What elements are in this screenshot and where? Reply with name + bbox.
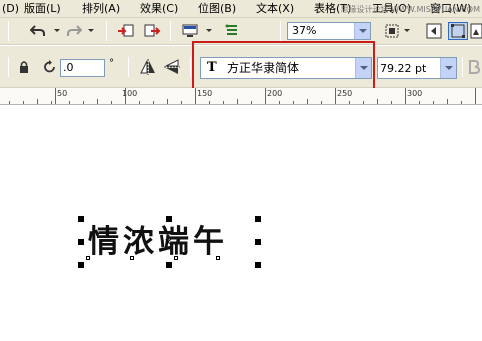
- toolbar-separator: [170, 21, 171, 41]
- ruler-tick: [335, 88, 336, 104]
- ruler-label: 250: [337, 89, 353, 98]
- ruler-tick: [251, 101, 252, 104]
- ruler-tick: [9, 101, 10, 104]
- mirror-vertical-icon[interactable]: [162, 58, 182, 76]
- drawing-canvas[interactable]: [0, 106, 482, 341]
- selection-handle-middle-right[interactable]: [255, 239, 261, 245]
- rotation-center-marker[interactable]: ×: [164, 238, 172, 248]
- ruler-label: 50: [57, 89, 68, 98]
- selection-handle-bottom-left[interactable]: [78, 262, 84, 268]
- bold-icon[interactable]: [466, 58, 482, 76]
- zoom-level-value: 37%: [292, 24, 317, 37]
- selection-handle-top-right[interactable]: [255, 216, 261, 222]
- redo-dropdown-icon[interactable]: [88, 29, 94, 32]
- zoom-level-combo[interactable]: 37%: [287, 22, 371, 40]
- horizontal-ruler: 50 100 150 200 250 300: [0, 88, 482, 105]
- ruler-tick: [223, 101, 224, 104]
- ruler-tick: [377, 99, 378, 104]
- toolbar-separator: [106, 21, 107, 41]
- ruler-tick: [433, 101, 434, 104]
- selection-handle-middle-left[interactable]: [78, 239, 84, 245]
- degree-symbol: °: [109, 58, 114, 69]
- lock-ratio-icon[interactable]: [14, 58, 34, 76]
- menu-item-layout-partial[interactable]: (D): [2, 2, 19, 16]
- ruler-tick: [237, 99, 238, 104]
- ruler-label: 100: [122, 89, 138, 98]
- ruler-tick: [447, 99, 448, 104]
- font-size-combo[interactable]: 79.22 pt: [377, 57, 457, 79]
- application-launcher-icon[interactable]: [180, 22, 200, 40]
- ruler-tick: [265, 88, 266, 104]
- redo-icon[interactable]: [64, 22, 84, 40]
- character-node[interactable]: [174, 256, 178, 260]
- ruler-tick: [307, 99, 308, 104]
- ruler-tick: [391, 101, 392, 104]
- rotate-angle-icon: [40, 58, 60, 76]
- zoom-dropdown-icon[interactable]: [354, 23, 370, 39]
- menu-item-bitmaps[interactable]: 位图(B): [198, 2, 236, 16]
- character-node[interactable]: [86, 256, 90, 260]
- ruler-tick: [37, 99, 38, 104]
- ruler-tick: [111, 101, 112, 104]
- ruler-label: 300: [407, 89, 423, 98]
- ruler-tick: [363, 101, 364, 104]
- selection-handle-top-left[interactable]: [78, 216, 84, 222]
- export-icon[interactable]: [142, 22, 162, 40]
- launcher-dropdown-icon[interactable]: [206, 29, 212, 32]
- artistic-text-object[interactable]: 情浓端午: [88, 224, 228, 260]
- ruler-tick: [69, 101, 70, 104]
- ruler-tick: [209, 101, 210, 104]
- propbar-separator: [8, 57, 9, 77]
- font-size-value: 79.22 pt: [380, 62, 427, 75]
- ruler-tick: [181, 101, 182, 104]
- undo-dropdown-icon[interactable]: [54, 29, 60, 32]
- ruler-tick: [139, 101, 140, 104]
- menu-item-arrange[interactable]: 排列(A): [82, 2, 120, 16]
- toolbar-overflow-icon[interactable]: [470, 22, 482, 40]
- welcome-icon[interactable]: [222, 22, 242, 40]
- ruler-tick: [195, 88, 196, 104]
- full-screen-preview-icon[interactable]: [382, 22, 402, 40]
- propbar-separator: [190, 57, 191, 77]
- ruler-tick: [475, 88, 476, 104]
- selection-handle-top-center[interactable]: [166, 216, 172, 222]
- propbar-separator: [462, 57, 463, 77]
- rotation-angle-input[interactable]: .0: [60, 59, 105, 77]
- ruler-tick: [55, 88, 56, 104]
- ruler-tick: [83, 101, 84, 104]
- ruler-tick: [293, 101, 294, 104]
- ruler-tick: [419, 101, 420, 104]
- toolbar-separator: [8, 21, 9, 41]
- font-size-dropdown-icon[interactable]: [440, 58, 456, 78]
- ruler-tick: [167, 99, 168, 104]
- selection-handle-bottom-center[interactable]: [166, 262, 172, 268]
- character-node[interactable]: [216, 256, 220, 260]
- toolbar-separator: [280, 21, 281, 41]
- ruler-tick: [23, 101, 24, 104]
- ruler-tick: [153, 101, 154, 104]
- propbar-separator: [128, 57, 129, 77]
- menu-bar: (D) 版面(L) 排列(A) 效果(C) 位图(B) 文本(X) 表格(T) …: [0, 0, 482, 18]
- menu-item-text[interactable]: 文本(X): [256, 2, 294, 16]
- ruler-tick: [97, 99, 98, 104]
- ruler-tick: [279, 101, 280, 104]
- ruler-tick: [405, 88, 406, 104]
- snap-to-icon[interactable]: [448, 22, 468, 40]
- menu-item-effects[interactable]: 效果(C): [140, 2, 178, 16]
- ruler-label: 200: [267, 89, 283, 98]
- menu-item-layout[interactable]: 版面(L): [24, 2, 61, 16]
- mirror-horizontal-icon[interactable]: [138, 58, 158, 76]
- view-dropdown-icon[interactable]: [404, 29, 410, 32]
- ruler-tick: [461, 101, 462, 104]
- ruler-label: 150: [197, 89, 213, 98]
- ruler-tick: [321, 101, 322, 104]
- undo-icon[interactable]: [28, 22, 48, 40]
- ruler-tick: [51, 101, 52, 104]
- watermark-text: 思缘设计论坛 WWW.MISSVUAN.COM: [340, 5, 480, 14]
- import-icon[interactable]: [116, 22, 136, 40]
- character-node[interactable]: [130, 256, 134, 260]
- selection-handle-bottom-right[interactable]: [255, 262, 261, 268]
- snap-left-icon[interactable]: [424, 22, 444, 40]
- ruler-tick: [349, 101, 350, 104]
